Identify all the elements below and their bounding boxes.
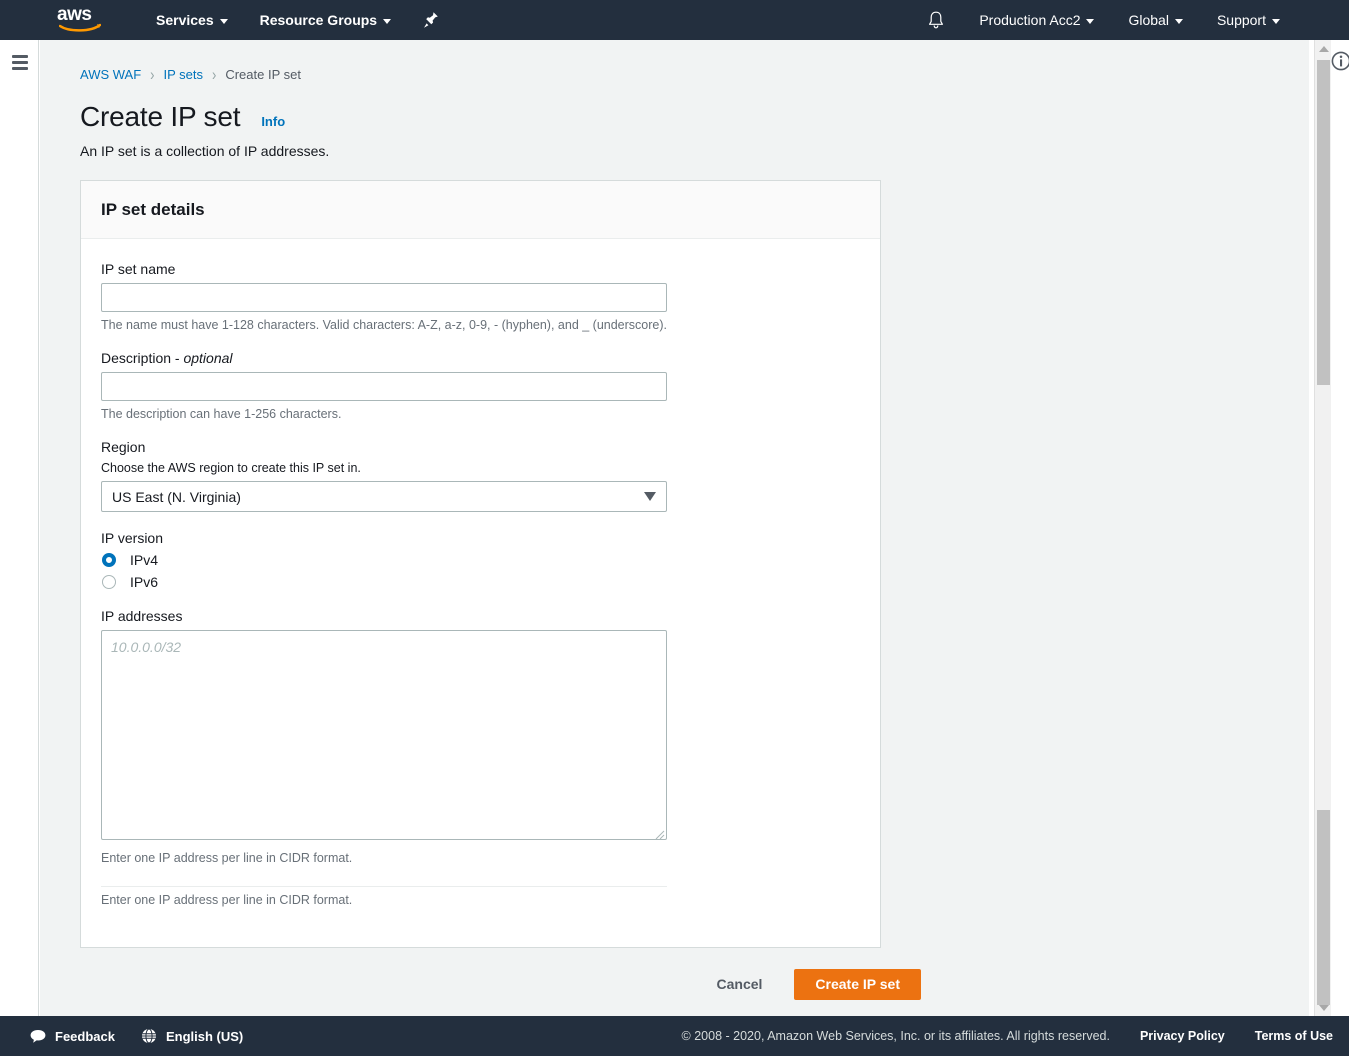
ip-addresses-hint-secondary: Enter one IP address per line in CIDR fo… xyxy=(101,893,353,907)
ip-set-details-card: IP set details IP set name The name must… xyxy=(80,180,881,948)
radio-ipv6-label: IPv6 xyxy=(130,574,159,590)
info-circle-icon xyxy=(1331,51,1349,71)
ip-addresses-hint: Enter one IP address per line in CIDR fo… xyxy=(101,851,353,865)
ip-addresses-textarea[interactable] xyxy=(101,630,667,840)
radio-ipv6[interactable] xyxy=(102,575,116,589)
language-label: English (US) xyxy=(165,1028,244,1044)
ip-set-name-hint: The name must have 1-128 characters. Val… xyxy=(101,318,667,332)
footer-left: Feedback English (US) xyxy=(30,1028,269,1044)
pin-icon xyxy=(424,12,438,28)
ip-addresses-label: IP addresses xyxy=(101,608,183,624)
hamburger-menu-icon[interactable] xyxy=(12,55,28,70)
scrollbar-thumb[interactable] xyxy=(1317,60,1330,385)
chevron-down-icon xyxy=(219,18,228,24)
ip-set-name-field: IP set name The name must have 1-128 cha… xyxy=(101,261,860,332)
chevron-down-icon xyxy=(644,492,656,501)
hamburger-bar xyxy=(12,55,28,58)
info-link[interactable]: Info xyxy=(261,114,285,129)
breadcrumb-separator: › xyxy=(212,65,217,84)
scroll-up-arrow-icon xyxy=(1318,45,1329,52)
description-input[interactable] xyxy=(101,372,667,401)
footer-right: © 2008 - 2020, Amazon Web Services, Inc.… xyxy=(682,1029,1333,1043)
breadcrumb: AWS WAF › IP sets › Create IP set xyxy=(80,65,1309,84)
card-body: IP set name The name must have 1-128 cha… xyxy=(81,239,880,947)
region-select-wrapper: US East (N. Virginia) xyxy=(101,481,667,512)
radio-ipv4-label: IPv4 xyxy=(130,552,159,568)
region-sublabel: Choose the AWS region to create this IP … xyxy=(101,461,361,475)
ip-version-field: IP version IPv4 IPv6 xyxy=(101,530,860,590)
scroll-down-arrow[interactable] xyxy=(1315,999,1332,1016)
scroll-down-arrow-icon xyxy=(1318,1004,1329,1011)
ip-set-name-label: IP set name xyxy=(101,261,176,277)
globe-icon xyxy=(141,1028,156,1044)
ip-version-option-ipv4[interactable]: IPv4 xyxy=(101,552,860,568)
notifications-button[interactable] xyxy=(918,0,954,40)
chevron-down-icon xyxy=(383,18,392,24)
chevron-down-icon xyxy=(1174,18,1183,24)
region-label: Region xyxy=(101,439,146,455)
breadcrumb-item-aws-waf[interactable]: AWS WAF xyxy=(80,67,141,82)
card-header-title: IP set details xyxy=(101,199,205,219)
aws-logo-text: aws xyxy=(57,4,92,25)
region-field: Region Choose the AWS region to create t… xyxy=(101,439,860,512)
bell-icon xyxy=(929,11,944,29)
description-hint: The description can have 1-256 character… xyxy=(101,407,342,421)
region-select-value: US East (N. Virginia) xyxy=(112,488,241,505)
nav-services[interactable]: Services xyxy=(147,0,237,40)
create-ip-set-button[interactable]: Create IP set xyxy=(794,968,921,1000)
privacy-policy-link[interactable]: Privacy Policy xyxy=(1140,1029,1225,1043)
region-menu-label: Global xyxy=(1128,12,1169,28)
language-button[interactable]: English (US) xyxy=(141,1028,243,1044)
ip-version-option-ipv6[interactable]: IPv6 xyxy=(101,574,860,590)
hamburger-bar xyxy=(12,61,28,64)
page-description: An IP set is a collection of IP addresse… xyxy=(80,143,330,159)
main-content: AWS WAF › IP sets › Create IP set Create… xyxy=(40,40,1309,1016)
description-optional-text: optional xyxy=(183,350,233,366)
support-menu[interactable]: Support xyxy=(1208,0,1289,40)
breadcrumb-item-create-ip-set: Create IP set xyxy=(225,67,301,82)
account-menu-label: Production Acc2 xyxy=(979,12,1081,28)
vertical-scrollbar[interactable] xyxy=(1314,40,1331,1016)
aws-logo-smile xyxy=(59,23,101,32)
radio-ipv4[interactable] xyxy=(102,553,116,567)
speech-bubble-icon xyxy=(30,1029,46,1043)
description-label-text: Description - xyxy=(101,350,184,366)
ip-addresses-field: IP addresses Enter one IP address per li… xyxy=(101,608,860,907)
ip-set-name-input[interactable] xyxy=(101,283,667,312)
support-menu-label: Support xyxy=(1216,12,1266,28)
left-rail xyxy=(0,40,39,1016)
breadcrumb-item-ip-sets[interactable]: IP sets xyxy=(163,67,203,82)
chevron-down-icon xyxy=(1086,18,1095,24)
cancel-button[interactable]: Cancel xyxy=(701,968,779,1000)
section-divider xyxy=(101,886,667,887)
chevron-down-icon xyxy=(1272,18,1280,24)
description-field: Description - optional The description c… xyxy=(101,350,860,421)
feedback-label: Feedback xyxy=(55,1028,115,1044)
region-menu[interactable]: Global xyxy=(1119,0,1191,40)
description-label: Description - optional xyxy=(101,350,860,366)
copyright-text: © 2008 - 2020, Amazon Web Services, Inc.… xyxy=(681,1029,1110,1043)
terms-of-use-link[interactable]: Terms of Use xyxy=(1255,1029,1333,1043)
nav-resource-groups-label: Resource Groups xyxy=(259,12,378,28)
nav-pin-button[interactable] xyxy=(414,0,448,40)
page-header: Create IP set Info xyxy=(80,101,1309,133)
top-navigation-bar: aws Services Resource Groups Production … xyxy=(0,0,1349,40)
nav-services-label: Services xyxy=(156,12,214,28)
hamburger-bar xyxy=(12,67,28,70)
footer-bar: Feedback English (US) © 2008 - 2020, Ama… xyxy=(0,1016,1349,1056)
page-title: Create IP set xyxy=(80,101,241,132)
feedback-button[interactable]: Feedback xyxy=(30,1029,115,1044)
nav-resource-groups[interactable]: Resource Groups xyxy=(251,0,400,40)
aws-logo[interactable]: aws xyxy=(57,4,105,34)
form-actions: Cancel Create IP set xyxy=(80,968,921,1000)
ip-addresses-textarea-wrapper xyxy=(101,630,667,845)
breadcrumb-separator: › xyxy=(150,65,155,84)
card-header: IP set details xyxy=(81,181,880,239)
scrollbar-thumb-secondary[interactable] xyxy=(1317,810,1330,1005)
region-select[interactable]: US East (N. Virginia) xyxy=(101,481,667,512)
ip-version-label: IP version xyxy=(101,530,163,546)
account-menu[interactable]: Production Acc2 xyxy=(970,0,1103,40)
info-panel-tab[interactable] xyxy=(1330,50,1349,72)
